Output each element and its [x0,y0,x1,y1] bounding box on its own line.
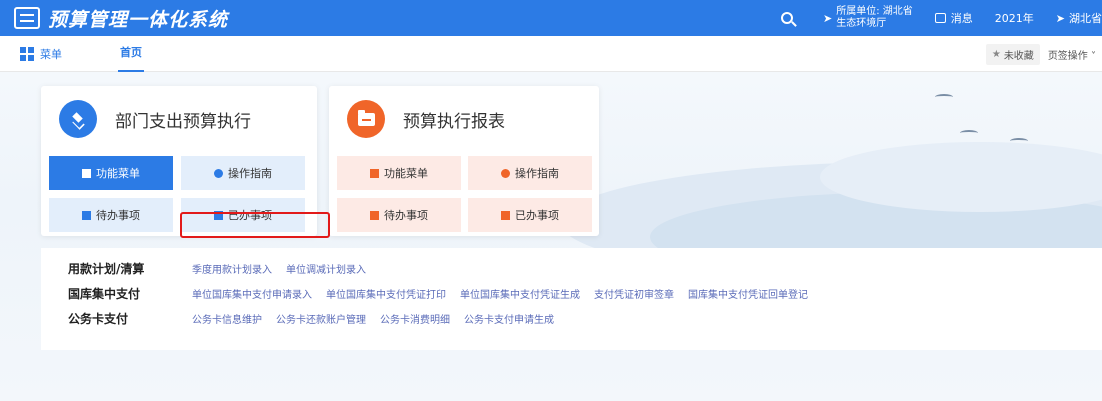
tab-home[interactable]: 首页 [118,36,144,72]
card-title: 预算执行报表 [403,111,505,132]
page-ops-dropdown[interactable]: 页签操作 ˅ [1048,47,1096,62]
link-group-row: 公务卡支付 公务卡信息维护 公务卡还款账户管理 公务卡消费明细 公务卡支付申请生… [68,308,568,328]
messages-label: 消息 [950,12,973,25]
card-icon-circle [59,100,97,138]
todo-list-icon [370,210,379,220]
highlight-box [180,212,330,238]
year-label: 2021年 [994,12,1034,25]
layers-icon [70,111,86,127]
todo-list-icon [82,210,91,220]
guide-button[interactable]: 操作指南 [468,156,592,190]
location-arrow-icon: ➤ [823,11,833,25]
region-selector[interactable]: ➤ 湖北省 [1056,10,1102,26]
done-button[interactable]: 已办事项 [468,198,592,232]
button-label: 已办事项 [515,209,559,222]
favorite-label: 未收藏 [1003,50,1034,62]
card-repay-account-link[interactable]: 公务卡还款账户管理 [276,311,366,326]
function-menu-button[interactable]: 功能菜单 [49,156,173,190]
logo-icon [14,7,40,29]
quarter-plan-entry-link[interactable]: 季度用款计划录入 [192,261,272,276]
voucher-print-link[interactable]: 单位国库集中支付凭证打印 [326,286,446,301]
bird-decoration [935,94,953,100]
guide-button[interactable]: 操作指南 [181,156,305,190]
link-group-label: 公务卡支付 [68,311,129,326]
card-title: 部门支出预算执行 [115,111,251,132]
voucher-generate-link[interactable]: 单位国库集中支付凭证生成 [460,286,580,301]
search-icon[interactable] [781,12,793,24]
button-label: 待办事项 [96,209,140,222]
button-label: 待办事项 [384,209,428,222]
payment-apply-entry-link[interactable]: 单位国库集中支付申请录入 [192,286,312,301]
play-icon [214,168,223,178]
link-group-label: 国库集中支付 [68,286,141,301]
message-icon [934,13,946,23]
card-icon-circle [347,100,385,138]
bird-decoration [960,130,978,136]
todo-button[interactable]: 待办事项 [49,198,173,232]
quick-links-panel: 用款计划/清算 季度用款计划录入 单位调减计划录入 国库集中支付 单位国库集中支… [41,248,1102,350]
link-group-label: 用款计划/清算 [68,261,145,276]
unit-selector[interactable]: ➤ 所属单位: 湖北省 生态环境厅 [823,6,913,30]
voucher-review-sign-link[interactable]: 支付凭证初审签章 [594,286,674,301]
chevron-down-icon: ˅ [1087,50,1096,62]
done-check-icon [501,210,510,220]
link-group-row: 国库集中支付 单位国库集中支付申请录入 单位国库集中支付凭证打印 单位国库集中支… [68,283,822,303]
top-bar: 预算管理一体化系统 ➤ 所属单位: 湖北省 生态环境厅 消息 2021年 ➤ 湖… [0,0,1102,36]
grid-menu-icon [20,46,34,61]
bird-decoration [1010,138,1028,144]
messages-button[interactable]: 消息 [934,10,973,26]
play-icon [501,168,510,178]
tab-bar: 菜单 首页 ★ 未收藏 页签操作 ˅ [0,36,1102,72]
card-payment-apply-link[interactable]: 公务卡支付申请生成 [464,311,554,326]
unit-label: 所属单位: 湖北省 [836,6,913,17]
app-logo[interactable]: 预算管理一体化系统 [14,5,228,32]
favorite-button[interactable]: ★ 未收藏 [985,43,1040,65]
card-execution-report: 预算执行报表 功能菜单 操作指南 待办事项 已办事项 [329,86,599,236]
location-arrow-icon: ➤ [1055,11,1065,25]
menu-button[interactable]: 菜单 [20,46,62,62]
star-icon: ★ [991,48,1001,60]
page-ops-label: 页签操作 [1047,50,1088,62]
button-label: 操作指南 [515,167,559,180]
link-group-row: 用款计划/清算 季度用款计划录入 单位调减计划录入 [68,258,380,278]
function-menu-icon [370,168,379,178]
app-title: 预算管理一体化系统 [48,8,229,31]
dashboard-content: 部门支出预算执行 功能菜单 操作指南 待办事项 已办事项 预算执行报表 功能菜单… [0,72,1102,401]
unit-reduce-plan-link[interactable]: 单位调减计划录入 [286,261,366,276]
year-selector[interactable]: 2021年 [995,10,1034,26]
region-label: 湖北省 [1069,12,1102,25]
card-consume-detail-link[interactable]: 公务卡消费明细 [380,311,450,326]
function-menu-icon [82,168,91,178]
button-label: 功能菜单 [384,167,428,180]
card-info-maintain-link[interactable]: 公务卡信息维护 [192,311,262,326]
voucher-receipt-register-link[interactable]: 国库集中支付凭证回单登记 [688,286,808,301]
folder-icon [357,109,375,126]
button-label: 功能菜单 [96,167,140,180]
todo-button[interactable]: 待办事项 [337,198,461,232]
unit-name: 生态环境厅 [836,18,887,29]
button-label: 操作指南 [228,167,272,180]
function-menu-button[interactable]: 功能菜单 [337,156,461,190]
menu-label: 菜单 [40,47,62,61]
